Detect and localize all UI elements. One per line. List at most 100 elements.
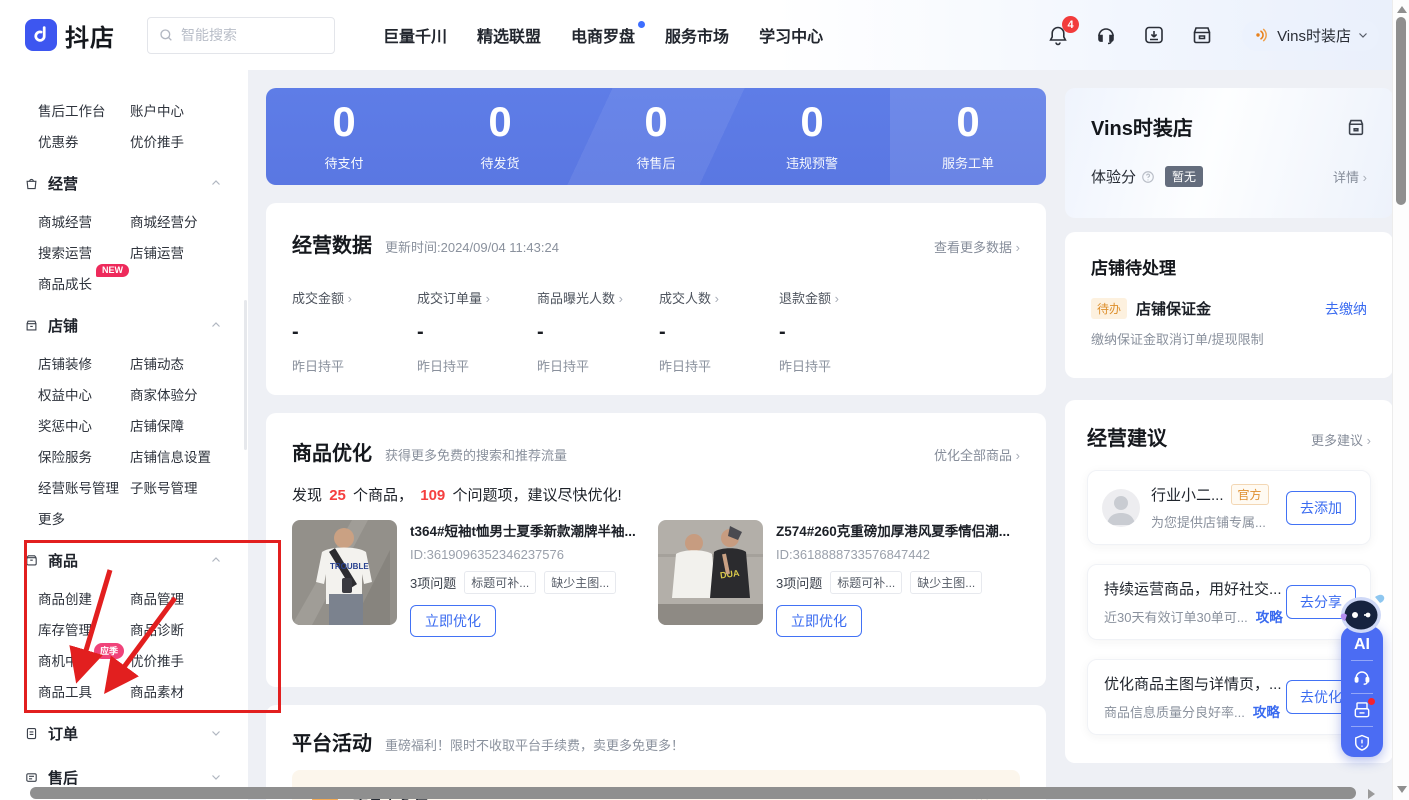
sidebar-item-inventory[interactable]: 库存管理 [38, 619, 130, 639]
nav-service-market[interactable]: 服务市场 [665, 23, 729, 47]
search-input[interactable] [181, 27, 321, 43]
question-icon[interactable] [1141, 170, 1155, 184]
product-title[interactable]: t364#短袖t恤男士夏季新款潮牌半袖... [410, 520, 647, 540]
sidebar-item-product-tools[interactable]: 商品工具 [38, 681, 130, 701]
sidebar-scrollbar[interactable] [244, 300, 247, 450]
support-headset-icon[interactable] [1352, 667, 1372, 687]
sidebar-item-shop-guarantee[interactable]: 店铺保障 [130, 415, 222, 435]
message-inbox-icon[interactable] [1352, 700, 1372, 720]
sidebar-section-shop[interactable]: 店铺 [24, 303, 248, 347]
sidebar-item-price-promoter-2[interactable]: 优价推手 [130, 650, 222, 670]
sidebar-section-business[interactable]: 经营 [24, 161, 248, 205]
product-image[interactable]: TROUBLE [292, 520, 397, 625]
shop-small-icon[interactable] [1345, 116, 1367, 138]
sidebar-item-search-operation[interactable]: 搜索运营 [38, 242, 130, 262]
chevron-down-icon [1357, 29, 1369, 41]
my-shop-icon[interactable] [1190, 23, 1214, 47]
sidebar-item-mall-score[interactable]: 商城经营分 [130, 211, 222, 231]
sidebar-item-insurance[interactable]: 保险服务 [38, 446, 130, 466]
sidebar-item-product-growth[interactable]: 商品成长NEW [38, 273, 130, 293]
chevron-up-icon[interactable] [210, 554, 222, 566]
metric-refund[interactable]: 退款金额 › - 昨日持平 [779, 288, 899, 375]
ai-button[interactable]: AI [1354, 636, 1370, 654]
scroll-right-arrow[interactable] [1368, 789, 1375, 799]
sidebar-item-shop-info[interactable]: 店铺信息设置 [130, 446, 222, 466]
official-badge: 官方 [1231, 484, 1269, 505]
sidebar-item-product-diagnose[interactable]: 商品诊断 [130, 619, 222, 639]
security-shield-icon[interactable] [1352, 733, 1372, 753]
account-menu[interactable]: Vins时装店 [1242, 20, 1379, 51]
compass-new-dot [638, 21, 645, 28]
global-search[interactable] [147, 17, 335, 54]
sidebar-item-shop-news[interactable]: 店铺动态 [130, 353, 222, 373]
optimize-now-button[interactable]: 立即优化 [776, 605, 862, 637]
banner-service-ticket[interactable]: 0服务工单 [890, 88, 1046, 185]
more-suggestions-link[interactable]: 更多建议 › [1311, 430, 1371, 449]
sidebar-item-subaccount-mgmt[interactable]: 子账号管理 [130, 477, 222, 497]
sidebar-item-account-mgmt[interactable]: 经营账号管理 [38, 477, 130, 497]
vertical-scrollbar[interactable] [1392, 0, 1409, 800]
metric-orders[interactable]: 成交订单量 › - 昨日持平 [417, 288, 537, 375]
strategy-link[interactable]: 攻略 [1256, 610, 1283, 625]
sidebar-section-product[interactable]: 商品 [24, 538, 248, 582]
banner-violation-warning[interactable]: 0违规预警 [734, 88, 890, 185]
nav-qianchuan[interactable]: 巨量千川 [383, 23, 447, 47]
scroll-up-arrow[interactable] [1397, 6, 1407, 13]
nav-learning-center[interactable]: 学习中心 [759, 23, 823, 47]
horizontal-scroll-thumb[interactable] [30, 787, 1356, 799]
chevron-down-icon[interactable] [210, 727, 222, 739]
sidebar-item-shop-operation[interactable]: 店铺运营 [130, 242, 222, 262]
nav-jingxuan[interactable]: 精选联盟 [477, 23, 541, 47]
suggestion-desc: 商品信息质量分良好率... [1104, 705, 1245, 720]
view-more-data-link[interactable]: 查看更多数据 › [934, 237, 1020, 256]
add-contact-button[interactable]: 去添加 [1286, 491, 1356, 525]
sidebar-item-mall-operation[interactable]: 商城经营 [38, 211, 130, 231]
chevron-up-icon[interactable] [210, 177, 222, 189]
nav-compass[interactable]: 电商罗盘 [571, 23, 635, 47]
score-detail-link[interactable]: 详情 › [1333, 167, 1367, 186]
customer-service-icon[interactable] [1094, 23, 1118, 47]
score-value-badge: 暂无 [1165, 166, 1203, 187]
product-image[interactable]: DUA [658, 520, 763, 625]
banner-pending-pay[interactable]: 0待支付 [266, 88, 422, 185]
sidebar-item-product-material[interactable]: 商品素材 [130, 681, 222, 701]
metric-gmv[interactable]: 成交金额 › - 昨日持平 [292, 288, 417, 375]
sidebar-item-rights-center[interactable]: 权益中心 [38, 384, 130, 404]
sidebar-item-merchant-score[interactable]: 商家体验分 [130, 384, 222, 404]
sidebar-item-opportunity-center[interactable]: 商机中心应季 [38, 650, 130, 670]
notification-bell-icon[interactable]: 4 [1046, 23, 1070, 47]
strategy-link[interactable]: 攻略 [1253, 705, 1280, 720]
sidebar-item-account-center[interactable]: 账户中心 [130, 100, 222, 120]
product-title[interactable]: Z574#260克重磅加厚港风夏季情侣潮... [776, 520, 1013, 540]
metric-exposure[interactable]: 商品曝光人数 › - 昨日持平 [537, 288, 659, 375]
metric-buyers[interactable]: 成交人数 › - 昨日持平 [659, 288, 779, 375]
ai-robot-avatar[interactable] [1337, 591, 1387, 637]
sidebar-item-more[interactable]: 更多 [38, 508, 130, 528]
sidebar-item-coupons[interactable]: 优惠券 [38, 131, 130, 151]
issue-count-label: 3项问题 [776, 573, 822, 592]
sidebar-item-price-promoter[interactable]: 优价推手 [130, 131, 222, 151]
chevron-up-icon[interactable] [210, 319, 222, 331]
scroll-down-arrow[interactable] [1397, 786, 1407, 793]
vertical-scroll-thumb[interactable] [1396, 17, 1406, 205]
sidebar-section-order[interactable]: 订单 [24, 711, 248, 755]
sidebar-item-shop-decorate[interactable]: 店铺装修 [38, 353, 130, 373]
todo-title: 店铺待处理 [1091, 254, 1367, 279]
download-icon[interactable] [1142, 23, 1166, 47]
sidebar-item-product-create[interactable]: 商品创建 [38, 588, 130, 608]
banner-pending-aftersale[interactable]: 0待售后 [578, 88, 734, 185]
optimize-all-link[interactable]: 优化全部商品 › [934, 445, 1020, 464]
banner-pending-ship[interactable]: 0待发货 [422, 88, 578, 185]
sidebar-item-product-manage[interactable]: 商品管理 [130, 588, 222, 608]
product-card: DUA Z574#260克重磅加厚港风夏季情侣潮... ID:361888873… [658, 520, 1020, 637]
chevron-down-icon[interactable] [210, 771, 222, 783]
suggestion-desc: 为您提供店铺专属... [1151, 512, 1286, 531]
product-card: TROUBLE t364#短袖t恤男士夏季新款潮牌半袖... ID:361909… [292, 520, 654, 637]
app-logo[interactable]: 抖店 [25, 18, 115, 53]
optimize-now-button[interactable]: 立即优化 [410, 605, 496, 637]
sidebar-item-aftersale-workbench[interactable]: 售后工作台 [38, 100, 130, 120]
sidebar-item-reward-punish[interactable]: 奖惩中心 [38, 415, 130, 435]
pay-deposit-link[interactable]: 去缴纳 [1325, 299, 1367, 319]
activity-title: 平台活动 [292, 727, 372, 756]
todo-counts-banner: 0待支付 0待发货 0待售后 0违规预警 0服务工单 [266, 88, 1046, 185]
